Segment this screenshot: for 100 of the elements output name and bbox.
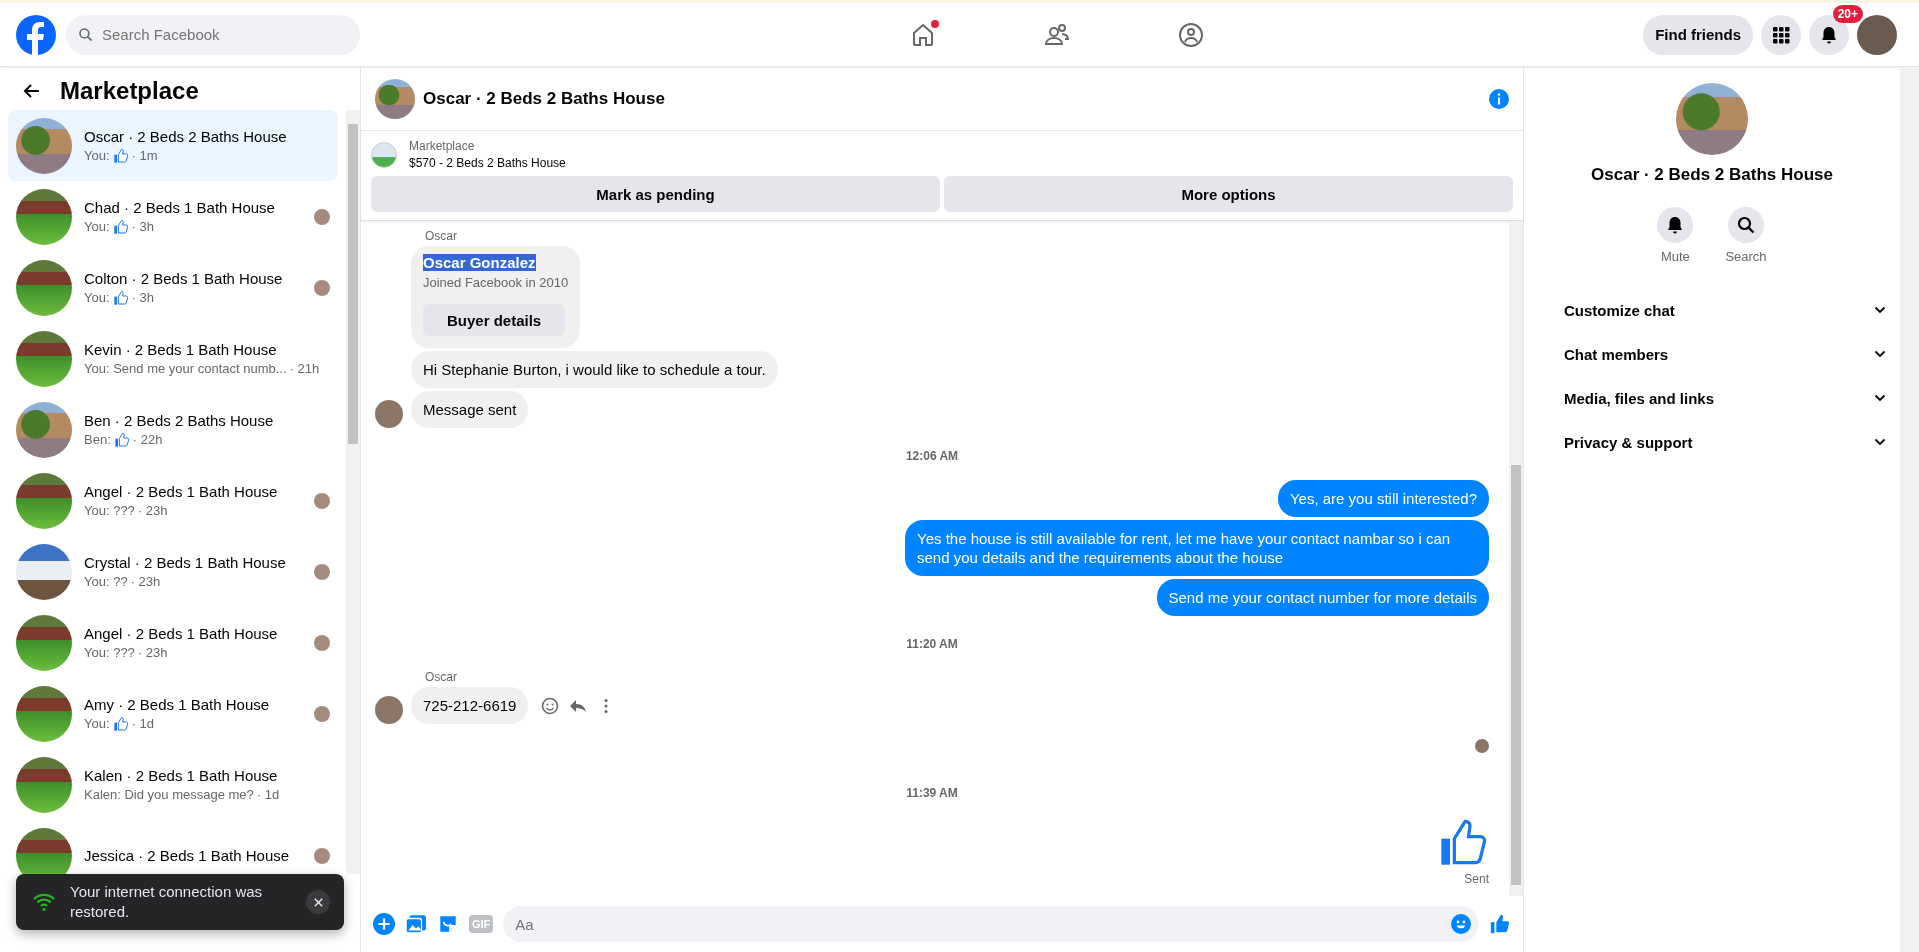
- message-preview: You:: [84, 219, 110, 234]
- timestamp: 12:06 AM: [905, 449, 959, 463]
- message-preview: You:: [84, 148, 110, 163]
- emoji-icon[interactable]: [540, 695, 561, 716]
- mute-button[interactable]: [1657, 207, 1694, 243]
- section-title: Privacy & support: [1564, 433, 1693, 451]
- find-friends-button[interactable]: Find friends: [1643, 14, 1753, 55]
- seen-avatar: [1475, 739, 1489, 753]
- outgoing-message: Yes, are you still interested?: [1277, 480, 1489, 517]
- section-row[interactable]: Chat members: [1532, 332, 1892, 376]
- section-title: Chat members: [1564, 345, 1669, 363]
- conversation-title: Chad · 2 Beds 1 Bath House: [84, 198, 276, 216]
- conversation-title: Ben · 2 Beds 2 Baths House: [84, 411, 275, 429]
- listing-photo: [375, 78, 415, 119]
- message-input[interactable]: Aa: [503, 906, 1479, 942]
- message-status: Sent: [1464, 872, 1489, 886]
- grid-icon: [1771, 24, 1791, 45]
- conversation-item[interactable]: Angel · 2 Beds 1 Bath House You: ??? · 23h: [8, 607, 338, 678]
- message-preview: You: ??: [84, 574, 128, 589]
- avatar[interactable]: [1857, 14, 1897, 55]
- chevron-icon[interactable]: [1874, 350, 1886, 358]
- timestamp: 11:20 AM: [906, 637, 958, 651]
- buyer-details-button[interactable]: Buyer details: [423, 304, 566, 336]
- conversation-title: Amy · 2 Beds 1 Bath House: [84, 695, 271, 713]
- search-icon: [1736, 215, 1756, 235]
- sticker-icon[interactable]: [437, 913, 459, 935]
- toast-message: Your internet connection was restored.: [70, 882, 264, 922]
- chevron-icon[interactable]: [1874, 394, 1886, 402]
- conversation-item[interactable]: Crystal · 2 Beds 1 Bath House You: ?? · 23h: [8, 536, 338, 607]
- message-time: · 1d: [256, 787, 280, 802]
- section-title: Customize chat: [1564, 301, 1675, 319]
- conversation-item[interactable]: Oscar · 2 Beds 2 Baths House You: · 1m: [8, 110, 338, 181]
- listing-action-button[interactable]: More options: [944, 176, 1513, 212]
- plus-icon[interactable]: [373, 913, 395, 935]
- info-icon[interactable]: [1489, 88, 1509, 109]
- menu-button[interactable]: [1761, 14, 1801, 55]
- scrollbar[interactable]: [1509, 221, 1523, 896]
- image-icon[interactable]: [405, 913, 427, 935]
- conversation-item[interactable]: Ben · 2 Beds 2 Baths House Ben: · 22h: [8, 394, 338, 465]
- message-time: · 23h: [137, 645, 168, 660]
- groups-icon[interactable]: [1176, 20, 1205, 49]
- wifi-icon: [32, 892, 56, 912]
- listing-thumbnail: [371, 141, 397, 168]
- message-preview: You:: [84, 290, 110, 305]
- buyer-name[interactable]: Oscar Gonzalez: [423, 254, 536, 271]
- timestamp: 11:39 AM: [906, 786, 958, 800]
- message-preview: You: Send me your contact numb...: [84, 361, 287, 376]
- scrollbar[interactable]: [1900, 67, 1919, 952]
- message-time: · 22h: [132, 432, 163, 447]
- conversation-item[interactable]: Colton · 2 Beds 1 Bath House You: · 3h: [8, 252, 338, 323]
- message-preview: Kalen: Did you message me?: [84, 787, 254, 802]
- sender-name: Oscar: [425, 229, 458, 243]
- logo-icon[interactable]: [16, 14, 56, 55]
- action-label: Mute: [1660, 249, 1690, 264]
- like-icon[interactable]: [1489, 913, 1511, 935]
- chat-title: Oscar · 2 Beds 2 Baths House: [423, 88, 666, 109]
- section-row[interactable]: Media, files and links: [1532, 376, 1892, 420]
- scrollbar[interactable]: [346, 110, 360, 874]
- action-label: Search: [1725, 249, 1767, 264]
- chat-name: Oscar · 2 Beds 2 Baths House: [1591, 165, 1833, 185]
- chevron-icon[interactable]: [1874, 438, 1886, 446]
- incoming-message: Hi Stephanie Burton, i would like to schedule a tour.: [411, 351, 778, 388]
- listing-action-button[interactable]: Mark as pending: [371, 176, 940, 212]
- chevron-icon[interactable]: [1874, 306, 1886, 314]
- message-preview: You: ???: [84, 503, 135, 518]
- search-field[interactable]: Search Facebook: [66, 14, 360, 55]
- conversation-title: Angel · 2 Beds 1 Bath House: [84, 625, 279, 642]
- incoming-message: Message sent: [411, 391, 529, 428]
- conversation-title: Jessica · 2 Beds 1 Bath House: [84, 847, 291, 864]
- bell-icon: [1819, 24, 1839, 45]
- message-time: · 3h: [131, 290, 154, 305]
- close-button[interactable]: [306, 890, 330, 914]
- conversation-item[interactable]: Angel · 2 Beds 1 Bath House You: ??? · 23h: [8, 465, 338, 536]
- conversation-item[interactable]: Kalen · 2 Beds 1 Bath House Kalen: Did you message me? · 1d: [8, 749, 338, 820]
- section-row[interactable]: Customize chat: [1532, 288, 1892, 332]
- listing-label: Marketplace: [409, 139, 476, 153]
- notification-badge: 20+: [1832, 4, 1863, 23]
- conversation-title: Kalen · 2 Beds 1 Bath House: [84, 767, 279, 784]
- conversation-title: Kevin · 2 Beds 1 Bath House: [84, 341, 278, 358]
- message-preview: Ben:: [84, 432, 111, 447]
- conversation-item[interactable]: Amy · 2 Beds 1 Bath House You: · 1d: [8, 678, 338, 749]
- outgoing-message: Yes the house is still available for rent, let me have your contact nambar so i can send you details and the requirements about the house: [905, 520, 1489, 576]
- conversation-title: Crystal · 2 Beds 1 Bath House: [84, 554, 287, 571]
- message-time: · 21h: [289, 361, 320, 376]
- message-time: · 3h: [131, 219, 154, 234]
- conversation-title: Oscar · 2 Beds 2 Baths House: [84, 127, 288, 145]
- search-button[interactable]: [1728, 207, 1764, 243]
- section-title: Media, files and links: [1564, 389, 1715, 407]
- incoming-message: 725-212-6619: [411, 687, 529, 724]
- outgoing-message: Send me your contact number for more details: [1156, 579, 1489, 616]
- sender-name: Oscar: [425, 670, 458, 684]
- section-row[interactable]: Privacy & support: [1532, 420, 1892, 464]
- message-time: · 1d: [131, 716, 154, 731]
- sidebar-title: Marketplace: [60, 77, 199, 105]
- emoji-icon[interactable]: [1451, 914, 1471, 934]
- conversation-item[interactable]: Chad · 2 Beds 1 Bath House You: · 3h: [8, 181, 338, 252]
- conversation-item[interactable]: Kevin · 2 Beds 1 Bath House You: Send me your contact numb... · 21h: [8, 323, 338, 394]
- message-preview: You: ???: [84, 645, 135, 660]
- close-icon: [312, 896, 324, 908]
- message-time: · 23h: [130, 574, 161, 589]
